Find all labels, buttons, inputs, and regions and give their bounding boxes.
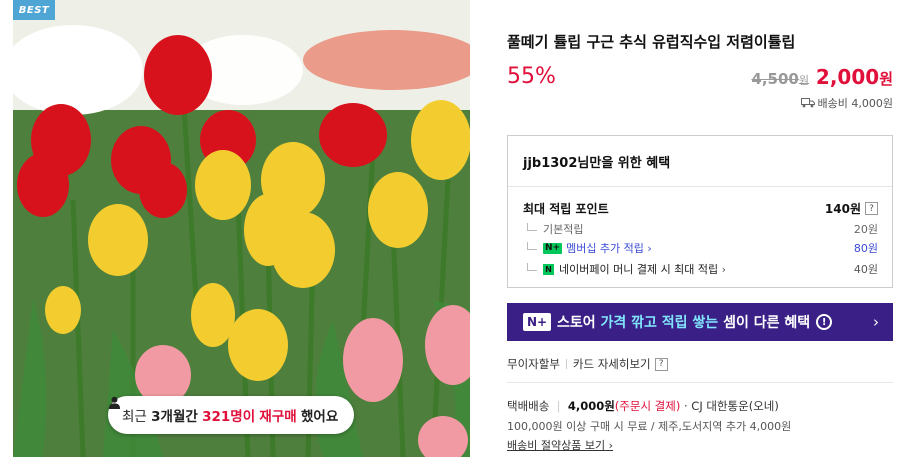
best-badge: BEST [13,0,55,20]
delivery-info: 택배배송 | 4,000원(주문시 결제) · CJ 대한통운(오네) [507,399,779,413]
divider [507,382,893,383]
chevron-right-icon: › [643,241,652,255]
naverpay-icon: N [543,263,554,275]
discount-rate: 55% [507,64,556,89]
naverpay-points-link[interactable]: 네이버페이 머니 결제 시 최대 적립 [559,261,718,277]
benefit-box: jjb1302님만을 위한 혜택 최대 적립 포인트 140원 ? 기본적립 2… [507,135,893,288]
product-title: 풀떼기 튤립 구근 추식 유럽직수입 저렴이튤립 [507,33,796,51]
divider [508,186,892,187]
chevron-right-icon: › [873,313,879,331]
max-points-row: 최대 적립 포인트 140원 ? [523,200,878,217]
shipping-saving-link[interactable]: 배송비 절약상품 보기 › [507,437,613,453]
tulip-photo [13,0,470,457]
payment-row: 무이자할부 카드 자세히보기 ? [507,356,668,372]
membership-points-row[interactable]: N+ 멤버십 추가 적립 › 80원 [523,240,878,256]
person-icon [108,396,121,409]
store-benefit-banner[interactable]: N+ 스토어 가격 깎고 적립 쌓는 셈이 다른 혜택 ! › [507,303,893,341]
product-image[interactable]: BEST 최근 3개월간 321명이 재구매 했어요 [13,0,470,457]
shipping-fee: 배송비 4,000원 [800,95,893,111]
help-icon[interactable]: ? [654,357,668,371]
naver-plus-icon: N+ [543,242,563,254]
delivery-conditions: 100,000원 이상 구매 시 무료 / 제주,도서지역 추가 4,000원 [507,420,792,433]
tree-line-icon [527,223,537,231]
installment-label: 무이자할부 [507,357,560,371]
original-price: 4,500원 [751,70,809,88]
truck-icon [800,98,815,108]
info-icon: ! [816,314,833,330]
membership-points-link[interactable]: 멤버십 추가 적립 [566,240,644,256]
sale-price: 2,000원 [815,65,893,89]
card-detail-link[interactable]: 카드 자세히보기 [573,356,651,372]
repurchase-notice: 최근 3개월간 321명이 재구매 했어요 [108,396,355,434]
basic-points-row: 기본적립 20원 [523,221,878,237]
product-info-panel: 풀떼기 튤립 구근 추식 유럽직수입 저렴이튤립 55% 4,500원 2,00… [507,0,893,457]
tree-line-icon [527,242,537,250]
chevron-right-icon: › [718,262,727,276]
divider [565,359,567,369]
tree-line-icon [527,263,537,271]
help-icon[interactable]: ? [865,202,878,215]
benefit-title: jjb1302님만을 위한 혜택 [523,156,671,171]
naverpay-points-row[interactable]: N 네이버페이 머니 결제 시 최대 적립 › 40원 [523,261,878,277]
naver-plus-logo: N+ [523,313,551,331]
